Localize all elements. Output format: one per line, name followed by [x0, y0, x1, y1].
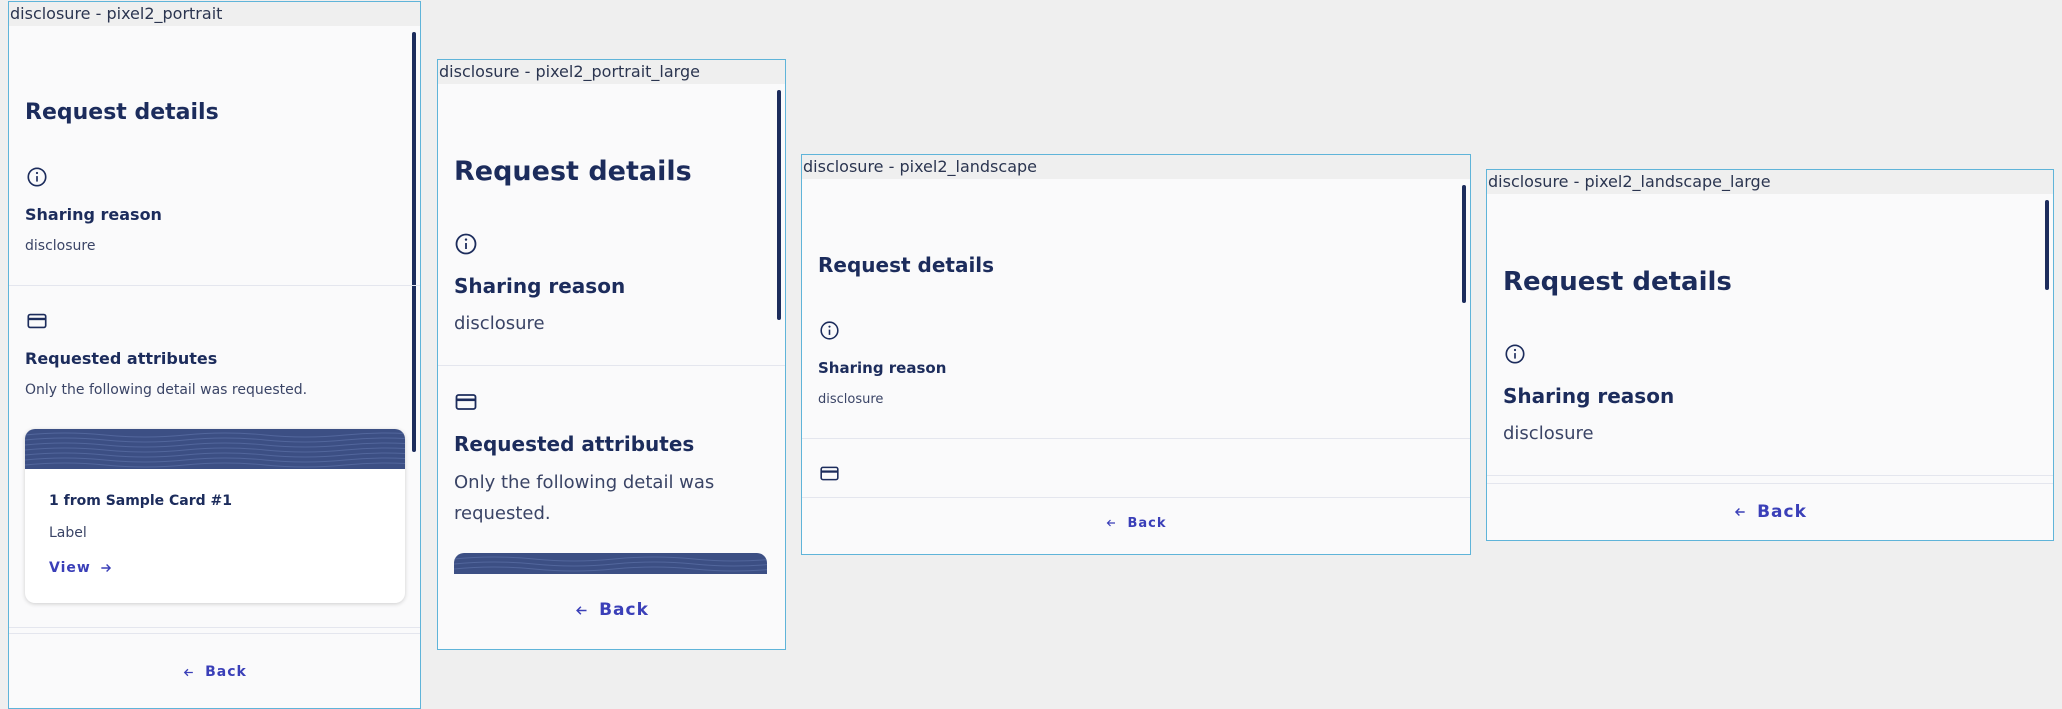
frame-label: disclosure - pixel2_portrait_large [438, 60, 785, 84]
frame-label: disclosure - pixel2_landscape [802, 155, 1470, 179]
arrow-left-icon [1735, 508, 1745, 516]
back-button[interactable]: Back [802, 512, 1470, 534]
page-title: Request details [454, 156, 692, 187]
frame-label: disclosure - pixel2_portrait [9, 2, 420, 26]
back-button[interactable]: Back [9, 660, 420, 684]
back-label: Back [1127, 515, 1167, 531]
arrow-left-icon [1107, 519, 1116, 527]
device-frame-portrait: disclosure - pixel2_portrait Request det… [8, 1, 421, 709]
sharing-reason-heading: Sharing reason [1503, 384, 1675, 408]
requested-attributes-description-line2: requested. [454, 503, 551, 524]
device-frame-landscape: disclosure - pixel2_landscape Request de… [801, 154, 1471, 555]
card-pattern [25, 432, 405, 468]
footer-divider [1487, 483, 2053, 484]
card-icon [455, 394, 477, 410]
card-label: Label [49, 525, 87, 541]
sharing-reason-value: disclosure [818, 392, 884, 407]
requested-attributes-description-line1: Only the following detail was [454, 472, 715, 493]
info-icon [455, 233, 477, 255]
card-title: 1 from Sample Card #1 [49, 493, 232, 509]
card-icon [27, 313, 47, 329]
info-icon [27, 167, 47, 187]
requested-attributes-description: Only the following detail was requested. [25, 382, 308, 398]
footer-divider [802, 497, 1470, 498]
back-label: Back [1757, 502, 1807, 522]
screen: Request details Sharing reason disclosur… [438, 84, 785, 649]
device-frame-portrait-large: disclosure - pixel2_portrait_large Reque… [437, 59, 786, 650]
requested-attributes-heading: Requested attributes [454, 432, 695, 456]
sharing-reason-heading: Sharing reason [454, 274, 626, 298]
screen: Request details Sharing reason disclosur… [802, 179, 1470, 554]
screen: Request details Sharing reason disclosur… [1487, 194, 2053, 540]
back-button[interactable]: Back [438, 596, 785, 624]
divider [802, 438, 1470, 439]
info-icon [1505, 344, 1525, 364]
arrow-left-icon [183, 668, 193, 676]
sharing-reason-heading: Sharing reason [818, 359, 947, 377]
arrow-right-icon [101, 564, 111, 572]
scrollbar[interactable] [2045, 200, 2049, 290]
attribute-card: 1 from Sample Card #1 Label View [25, 429, 405, 603]
requested-attributes-heading: Requested attributes [25, 349, 218, 368]
back-label: Back [599, 600, 649, 620]
footer-divider [9, 633, 420, 634]
back-button[interactable]: Back [1487, 499, 2053, 525]
card-icon [820, 466, 839, 481]
page-title: Request details [818, 253, 995, 277]
device-frame-landscape-large: disclosure - pixel2_landscape_large Requ… [1486, 169, 2054, 541]
info-icon [820, 321, 839, 340]
sharing-reason-value: disclosure [1503, 423, 1594, 444]
scrollbar[interactable] [1462, 185, 1466, 303]
view-link-label: View [49, 560, 91, 576]
frame-label: disclosure - pixel2_landscape_large [1487, 170, 2053, 194]
arrow-left-icon [576, 605, 587, 615]
screen: Request details Sharing reason disclosur… [9, 26, 420, 708]
sharing-reason-value: disclosure [454, 313, 545, 334]
divider [1487, 475, 2053, 476]
sharing-reason-heading: Sharing reason [25, 205, 162, 224]
page-title: Request details [25, 100, 219, 125]
divider [9, 627, 420, 628]
back-label: Back [205, 664, 247, 680]
page-title: Request details [1503, 267, 1732, 297]
scrollbar[interactable] [777, 90, 781, 320]
divider [438, 365, 785, 366]
scrollbar[interactable] [412, 32, 416, 452]
view-link[interactable]: View [49, 560, 113, 576]
divider [9, 285, 420, 286]
sharing-reason-value: disclosure [25, 238, 96, 254]
card-banner [25, 429, 405, 469]
